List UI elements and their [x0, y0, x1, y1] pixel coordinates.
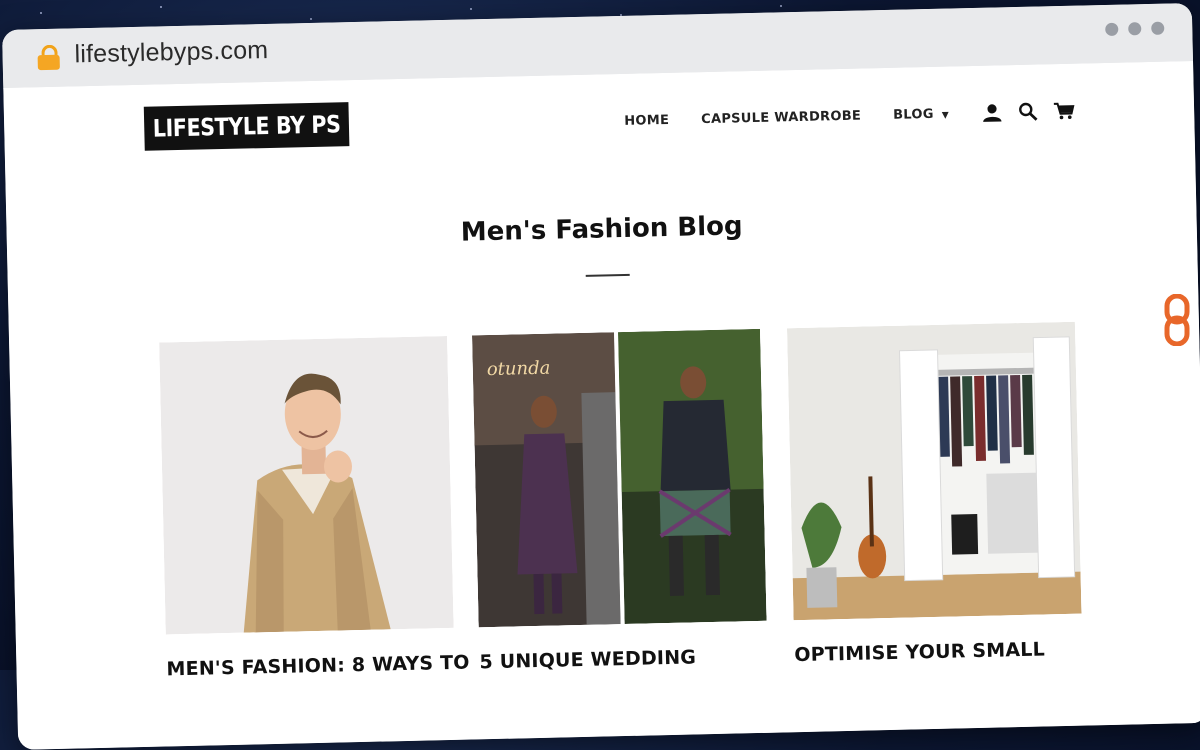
cart-icon[interactable] [1053, 100, 1075, 122]
window-dot-icon[interactable] [1151, 21, 1165, 35]
url-text[interactable]: lifestylebyps.com [74, 36, 268, 69]
search-icon[interactable] [1017, 100, 1039, 122]
site-logo[interactable]: LIFESTYLE BY PS [143, 102, 350, 151]
window-dot-icon[interactable] [1105, 22, 1119, 36]
nav-home[interactable]: HOME [624, 112, 669, 128]
nav-blog[interactable]: BLOG ▼ [893, 106, 949, 122]
browser-window: lifestylebyps.com LIFESTYLE BY PS HOME C… [2, 3, 1200, 750]
blog-post-card[interactable]: MEN'S FASHION: 8 WAYS TO [159, 335, 470, 681]
post-title[interactable]: MEN'S FASHION: 8 WAYS TO [166, 652, 470, 681]
post-image[interactable]: otunda [472, 328, 767, 628]
post-image[interactable] [159, 335, 454, 635]
link-chain-icon [1164, 294, 1190, 346]
page-title: Men's Fashion Blog [460, 211, 743, 248]
nav-capsule-wardrobe[interactable]: CAPSULE WARDROBE [701, 108, 861, 127]
window-controls[interactable] [1105, 21, 1165, 36]
watermark-text: GUESTPOSTLINKS [1163, 85, 1187, 303]
guestpostlinks-watermark: GUESTPOSTLINKS [1160, 62, 1192, 352]
window-dot-icon[interactable] [1128, 22, 1142, 36]
main-nav: HOME CAPSULE WARDROBE BLOG ▼ [624, 99, 1089, 132]
chevron-down-icon: ▼ [941, 110, 950, 121]
post-title[interactable]: 5 UNIQUE WEDDING [479, 645, 767, 673]
web-page: LIFESTYLE BY PS HOME CAPSULE WARDROBE BL… [3, 60, 1200, 750]
blog-post-card[interactable]: otunda 5 UNIQUE WEDDING [472, 328, 768, 673]
post-title[interactable]: OPTIMISE YOUR SMALL [794, 638, 1082, 667]
post-image[interactable] [786, 321, 1082, 621]
blog-post-card[interactable]: OPTIMISE YOUR SMALL [786, 321, 1083, 667]
svg-text:otunda: otunda [487, 358, 551, 380]
account-icon[interactable] [981, 101, 1003, 123]
title-divider [585, 273, 630, 277]
nav-blog-label: BLOG [892, 106, 934, 123]
lock-icon [37, 44, 60, 71]
